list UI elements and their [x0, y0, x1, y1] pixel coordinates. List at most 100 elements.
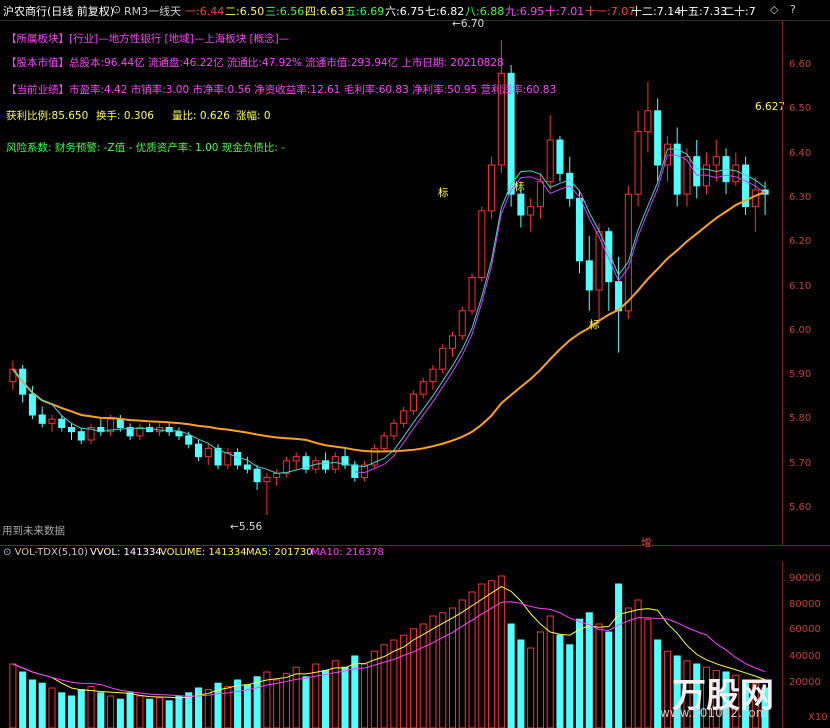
candle-body — [28, 393, 36, 416]
candle-body — [263, 477, 271, 483]
volume-bar — [19, 671, 27, 728]
volume-bar — [253, 676, 261, 728]
info-capital: 【股本市值】总股本:96.44亿 流通盘:46.22亿 流通比:47.92% 流… — [6, 57, 504, 69]
stock-title[interactable]: 沪农商行(日线 前复权) — [3, 3, 114, 19]
volume-bar — [409, 628, 417, 728]
candlestick-chart[interactable] — [0, 20, 782, 540]
candle-body — [468, 277, 476, 312]
volume-bar — [448, 607, 457, 728]
volume-bar — [390, 639, 398, 728]
level-10: 十:7.01 — [545, 5, 585, 18]
candle-body — [380, 435, 388, 449]
price-tick: 6.00 — [789, 324, 812, 336]
volume-bar — [575, 618, 584, 728]
volume-bar — [48, 687, 56, 728]
candle-body — [409, 393, 417, 412]
chevron-down-icon[interactable]: ⊙ — [112, 3, 121, 16]
volume-tick: 60000 — [789, 624, 821, 635]
volume-bar — [331, 660, 339, 728]
price-tick: 6.60 — [789, 59, 812, 70]
candle-body — [615, 281, 623, 312]
candle-body — [458, 310, 466, 337]
ma-long-line — [12, 191, 766, 453]
volume-bar — [243, 684, 251, 728]
candle-body — [243, 464, 251, 470]
volume-bar — [400, 634, 408, 728]
level-12: 十二:7.14 — [631, 5, 682, 18]
volume-bar — [97, 692, 105, 728]
volume-axis: 90000 80000 60000 40000 20000 — [782, 561, 830, 728]
volume-bar — [302, 676, 310, 728]
volume-bar — [595, 623, 603, 728]
mark-biao-1: 标 — [438, 187, 449, 199]
price-tick: 6.40 — [789, 147, 812, 159]
volume-bar — [429, 615, 437, 728]
volume-bar — [165, 700, 173, 728]
candle-body — [712, 156, 720, 166]
candle-body — [673, 143, 681, 195]
volume-bar — [312, 663, 320, 728]
volume-bar — [341, 666, 349, 728]
volume-bar — [126, 692, 134, 728]
level-9: 九:6.95 — [505, 5, 545, 18]
candle-body — [253, 468, 261, 483]
future-data-note: 用到未来数据 — [2, 525, 65, 537]
volume-bar — [321, 669, 330, 728]
volume-ma5 — [12, 585, 766, 699]
price-tick: 6.10 — [789, 280, 812, 292]
volume-bar — [136, 695, 144, 728]
level-11: 十一:7.07 — [585, 5, 636, 18]
candle-body — [751, 189, 759, 208]
candle-body — [48, 418, 56, 424]
volume-bar — [566, 644, 574, 728]
volume-bar — [527, 647, 535, 728]
mark-biao-3: 标 — [589, 319, 600, 331]
ma-short-line — [12, 148, 766, 474]
volume-tick: 20000 — [789, 677, 821, 688]
volume-value: VOLUME: 141334 — [160, 547, 247, 558]
candle-body — [175, 431, 183, 437]
price-tick: 6.50 — [789, 103, 812, 115]
ma10-value: MA10: 216378 — [311, 547, 384, 558]
candle-body — [732, 164, 740, 183]
level-2: 二:6.50 — [225, 5, 265, 18]
volume-bar — [585, 612, 593, 728]
volume-bar — [370, 650, 378, 728]
price-tick: 6.20 — [789, 236, 812, 248]
vvol-value: VVOL: 141334 — [90, 547, 162, 558]
volume-bar — [605, 631, 613, 728]
candle-body — [67, 427, 76, 433]
candle-body — [439, 347, 447, 370]
volume-bar — [107, 695, 115, 728]
volume-bar — [87, 685, 95, 728]
volume-bar — [58, 692, 66, 728]
price-axis: 6.60 6.50 6.40 6.30 6.20 6.10 6.00 5.90 5.80 5.70… — [782, 20, 830, 545]
settings-icon[interactable]: ◇ — [770, 3, 778, 16]
candle-body — [351, 464, 359, 478]
info-change: 涨幅: 0 — [236, 110, 271, 122]
volume-bar — [507, 623, 515, 728]
volume-bar — [351, 655, 359, 728]
info-performance: 【当前业绩】市盈率:4.42 市销率:3.00 市净率:0.56 净资收益率:1… — [6, 84, 557, 96]
volume-header: ⊙ VOL-TDX(5,10) VVOL: 141334 VOLUME: 141… — [0, 546, 830, 561]
volume-chart[interactable] — [0, 561, 782, 728]
vol-indicator-name[interactable]: ⊙ VOL-TDX(5,10) — [3, 547, 88, 558]
volume-bar — [556, 634, 564, 728]
indicator-name[interactable]: RM3一线天 — [124, 3, 181, 19]
candle-body — [556, 139, 564, 174]
candle-body — [204, 447, 212, 458]
candle-body — [116, 418, 124, 428]
level-7: 七:6.82 — [425, 5, 465, 18]
volume-bar — [9, 663, 17, 728]
watermark-url: www.201082.com — [660, 706, 768, 720]
info-sector: 【所属板块】[行业]—地方性银行 [地域]—上海板块 [概念]— — [6, 33, 290, 45]
price-tick: 6.30 — [789, 191, 812, 203]
volume-bar — [175, 695, 183, 728]
more-icon[interactable]: ? — [790, 3, 796, 16]
candle-body — [488, 164, 496, 212]
volume-bar — [419, 623, 427, 728]
volume-bar — [644, 618, 652, 728]
volume-bar — [517, 639, 525, 728]
volume-bar — [615, 583, 623, 728]
level-3: 三:6.56 — [265, 5, 305, 18]
